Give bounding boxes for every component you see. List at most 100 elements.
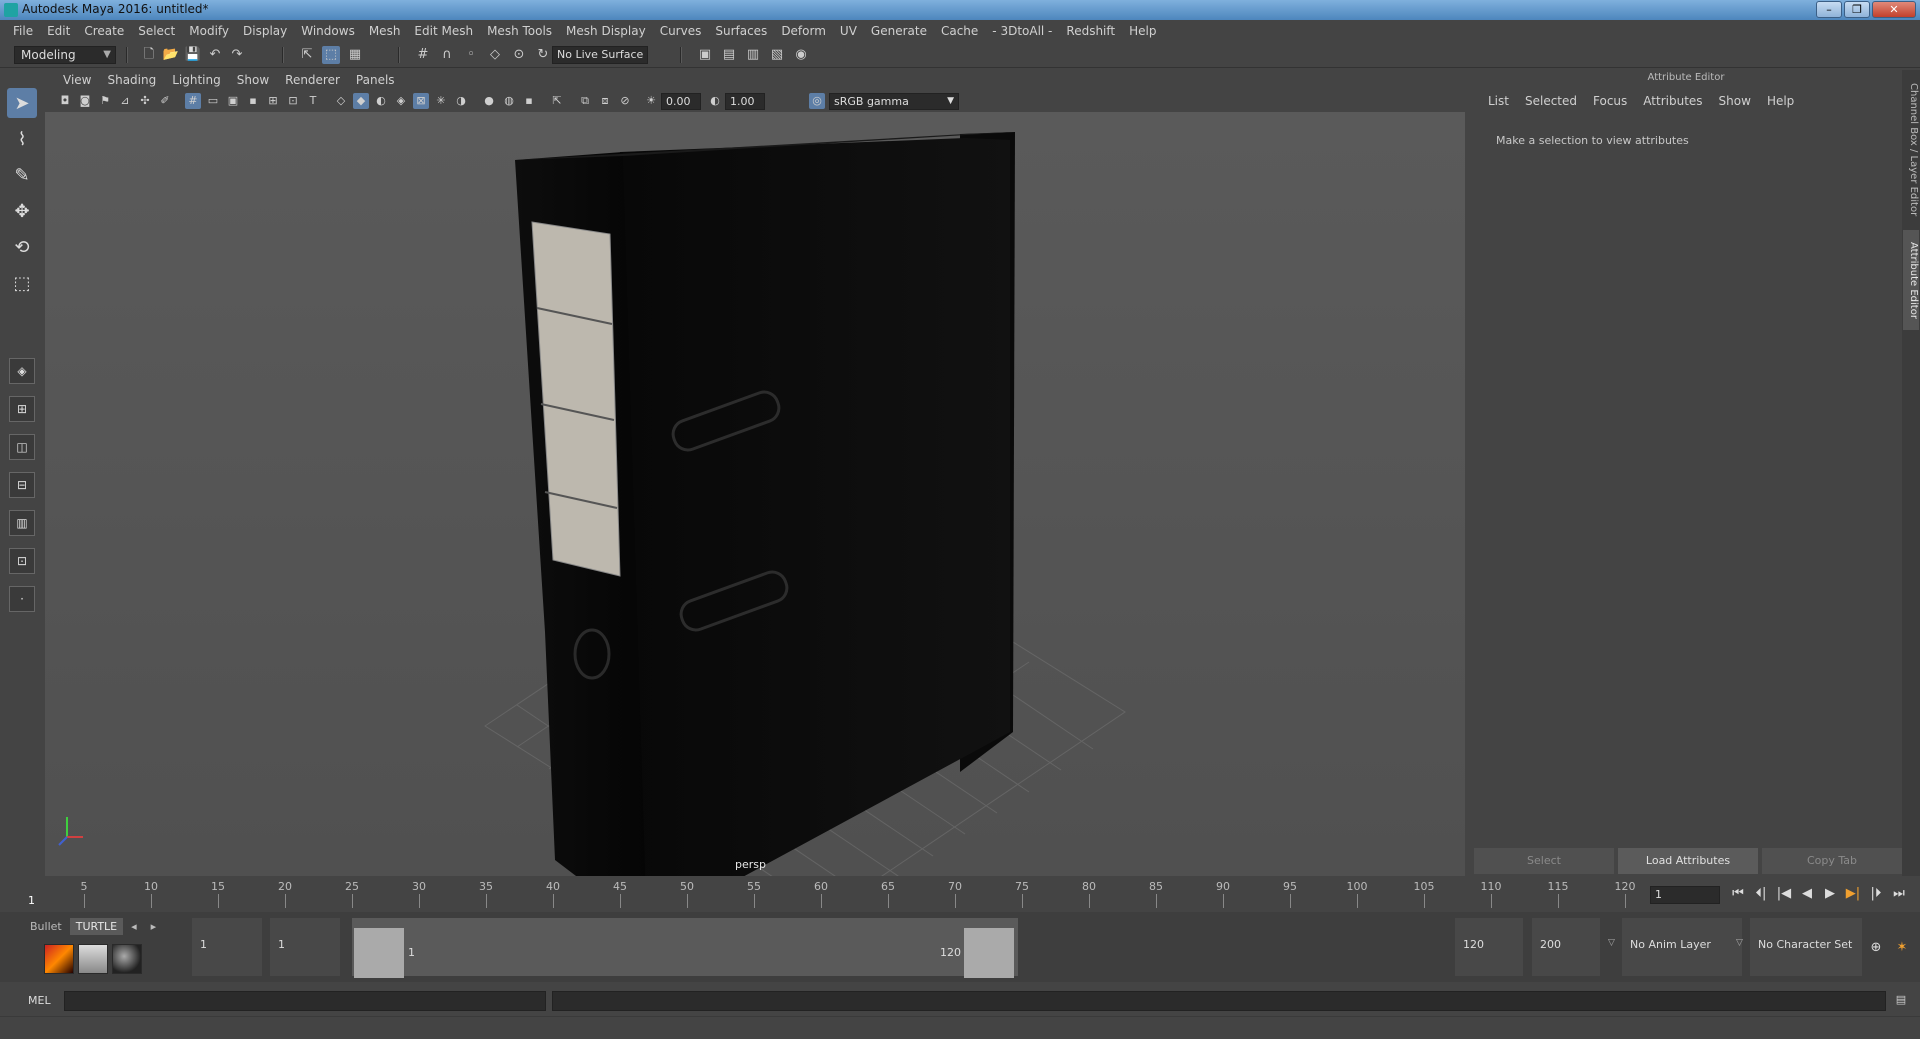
scale-tool-icon[interactable]: ⬚ <box>7 268 37 298</box>
range-end-handle[interactable] <box>964 928 1014 978</box>
step-back-key-icon[interactable]: ⏴| <box>1751 884 1771 904</box>
script-editor-icon[interactable]: ▤ <box>1892 993 1910 1009</box>
hypershade-icon[interactable]: ◉ <box>792 46 810 64</box>
go-to-start-icon[interactable]: ⏮ <box>1728 884 1748 904</box>
step-forward-key-icon[interactable]: |⏵ <box>1866 884 1886 904</box>
range-start-handle[interactable] <box>354 928 404 978</box>
chevron-down-icon[interactable]: ▽ <box>1608 938 1615 948</box>
menu-mesh-tools[interactable]: Mesh Tools <box>480 24 559 38</box>
save-scene-icon[interactable]: 💾 <box>184 46 202 64</box>
redo-icon[interactable]: ↷ <box>228 46 246 64</box>
character-set-select[interactable]: No Character Set <box>1750 918 1862 976</box>
color-management-icon[interactable]: ◎ <box>809 93 825 109</box>
start-time-field[interactable]: 1 <box>192 918 262 976</box>
snap-curve-icon[interactable]: ∩ <box>438 46 456 64</box>
anim-layer-select[interactable]: No Anim Layer <box>1622 918 1742 976</box>
lasso-tool-icon[interactable]: ⌇ <box>7 124 37 154</box>
playback-start-field[interactable]: 1 <box>270 918 340 976</box>
menu-edit[interactable]: Edit <box>40 24 77 38</box>
2d-pan-zoom-icon[interactable]: ✣ <box>137 93 153 109</box>
panel-menu-renderer[interactable]: Renderer <box>277 73 348 87</box>
undo-icon[interactable]: ↶ <box>206 46 224 64</box>
single-pane-layout-icon[interactable]: ◈ <box>9 358 35 384</box>
menu-surfaces[interactable]: Surfaces <box>708 24 774 38</box>
menu-file[interactable]: File <box>6 24 40 38</box>
anim-prefs-icon[interactable]: ✶ <box>1892 938 1912 958</box>
xray-active-icon[interactable]: ⊘ <box>617 93 633 109</box>
screen-space-ao-icon[interactable]: ● <box>481 93 497 109</box>
snap-point-icon[interactable]: ◦ <box>462 46 480 64</box>
maximize-button[interactable]: ❐ <box>1844 1 1870 18</box>
gate-mask-icon[interactable]: ▪ <box>245 93 261 109</box>
render-setup-icon[interactable] <box>78 944 108 974</box>
panel-menu-panels[interactable]: Panels <box>348 73 403 87</box>
menu-mesh-display[interactable]: Mesh Display <box>559 24 653 38</box>
anti-aliasing-icon[interactable]: ▪ <box>521 93 537 109</box>
make-live-icon[interactable]: ⊙ <box>510 46 528 64</box>
go-to-end-icon[interactable]: ⏭ <box>1889 884 1909 904</box>
menu-modify[interactable]: Modify <box>182 24 236 38</box>
four-pane-layout-icon[interactable]: ⊞ <box>9 396 35 422</box>
move-tool-icon[interactable]: ✥ <box>7 196 37 226</box>
exposure-field[interactable]: 0.00 <box>661 93 701 110</box>
ae-menu-help[interactable]: Help <box>1759 94 1802 108</box>
ae-menu-attributes[interactable]: Attributes <box>1635 94 1710 108</box>
gamma-icon[interactable]: ◐ <box>707 93 723 109</box>
persp-outliner-layout-icon[interactable]: ⊟ <box>9 472 35 498</box>
ipr-render-icon[interactable]: ▥ <box>744 46 762 64</box>
open-scene-icon[interactable]: 📂 <box>162 46 180 64</box>
menu-select[interactable]: Select <box>131 24 182 38</box>
menu-generate[interactable]: Generate <box>864 24 934 38</box>
motion-blur-icon[interactable]: ◍ <box>501 93 517 109</box>
select-hierarchy-icon[interactable]: ⇱ <box>298 46 316 64</box>
live-surface-field[interactable]: No Live Surface <box>552 46 648 64</box>
paint-select-tool-icon[interactable]: ✎ <box>7 160 37 190</box>
menu-windows[interactable]: Windows <box>294 24 362 38</box>
bookmark-icon[interactable]: ⚑ <box>97 93 113 109</box>
load-attributes-button[interactable]: Load Attributes <box>1618 848 1758 874</box>
collapse-toolbox-icon[interactable]: · <box>9 586 35 612</box>
script-language-label[interactable]: MEL <box>28 994 51 1007</box>
snap-grid-icon[interactable]: # <box>414 46 432 64</box>
step-forward-frame-icon[interactable]: ▶| <box>1843 884 1863 904</box>
select-component-icon[interactable]: ▦ <box>346 46 364 64</box>
hypershade-layout-icon[interactable]: ⊡ <box>9 548 35 574</box>
ae-menu-selected[interactable]: Selected <box>1517 94 1585 108</box>
ae-menu-focus[interactable]: Focus <box>1585 94 1635 108</box>
shelf-scroll-left-icon[interactable]: ◂ <box>125 918 143 935</box>
attribute-editor-tab[interactable]: Attribute Editor <box>1903 230 1919 330</box>
snap-surface-icon[interactable]: ↻ <box>534 46 552 64</box>
field-chart-icon[interactable]: ⊞ <box>265 93 281 109</box>
time-ruler[interactable]: 5 10 15 20 25 30 35 40 45 50 55 60 65 70… <box>30 880 1640 908</box>
panel-menu-shading[interactable]: Shading <box>99 73 164 87</box>
render-settings-icon[interactable]: ▧ <box>768 46 786 64</box>
step-back-frame-icon[interactable]: |◀ <box>1774 884 1794 904</box>
snap-view-plane-icon[interactable]: ◇ <box>486 46 504 64</box>
menu-display[interactable]: Display <box>236 24 294 38</box>
default-material-icon[interactable]: ◐ <box>373 93 389 109</box>
menu-create[interactable]: Create <box>77 24 131 38</box>
panel-menu-lighting[interactable]: Lighting <box>164 73 229 87</box>
wireframe-icon[interactable]: ◇ <box>333 93 349 109</box>
command-input[interactable] <box>64 991 546 1011</box>
menu-deform[interactable]: Deform <box>774 24 833 38</box>
safe-title-icon[interactable]: T <box>305 93 321 109</box>
render-current-icon[interactable]: ▤ <box>720 46 738 64</box>
gamma-field[interactable]: 1.00 <box>725 93 765 110</box>
select-object-icon[interactable]: ⬚ <box>322 46 340 64</box>
ae-menu-list[interactable]: List <box>1480 94 1517 108</box>
xray-icon[interactable]: ⧉ <box>577 93 593 109</box>
panel-menu-show[interactable]: Show <box>229 73 277 87</box>
menu-redshift[interactable]: Redshift <box>1059 24 1122 38</box>
menu-help[interactable]: Help <box>1122 24 1163 38</box>
textured-icon[interactable]: ⊠ <box>413 93 429 109</box>
shelf-tab-turtle[interactable]: TURTLE <box>69 918 124 935</box>
bake-icon[interactable] <box>44 944 74 974</box>
wireframe-on-shaded-icon[interactable]: ◈ <box>393 93 409 109</box>
copy-tab-button[interactable]: Copy Tab <box>1762 848 1902 874</box>
close-button[interactable]: ✕ <box>1872 1 1916 18</box>
playback-end-field[interactable]: 120 <box>1455 918 1523 976</box>
select-button[interactable]: Select <box>1474 848 1614 874</box>
menu-set-select[interactable]: Modeling ▼ <box>14 46 116 64</box>
rotate-tool-icon[interactable]: ⟲ <box>7 232 37 262</box>
